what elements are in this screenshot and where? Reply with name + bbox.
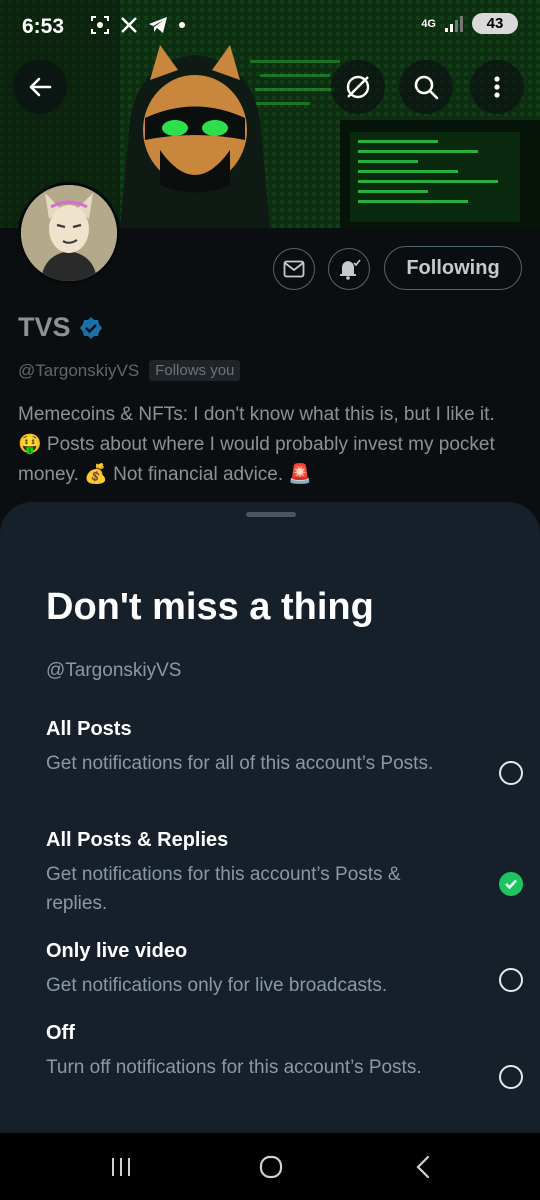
back-nav-button[interactable] (404, 1151, 444, 1183)
more-vertical-icon (494, 76, 500, 98)
grok-button[interactable] (331, 60, 385, 114)
notifications-button[interactable] (328, 248, 370, 290)
status-bar: 6:53 4G 43 (0, 0, 540, 54)
avatar-image (21, 185, 117, 281)
screenshot-icon (91, 16, 109, 34)
profile-bio: Memecoins & NFTs: I don't know what this… (18, 404, 495, 485)
sheet-handle: @TargonskiyVS (46, 660, 182, 681)
option-title: All Posts & Replies (46, 829, 229, 851)
system-navigation-bar (0, 1133, 540, 1200)
search-button[interactable] (399, 60, 453, 114)
radio-only-live-video[interactable] (499, 968, 523, 992)
checkmark-icon (505, 879, 517, 890)
telegram-icon (149, 17, 167, 33)
option-all-posts-replies[interactable]: All Posts & Replies Get notifications fo… (46, 829, 523, 918)
option-title: All Posts (46, 718, 132, 740)
option-description: Get notifications for this account’s Pos… (46, 864, 401, 914)
notification-settings-sheet: Don't miss a thing @TargonskiyVS All Pos… (0, 502, 540, 1134)
dot-icon (179, 22, 185, 28)
display-name: TVS (18, 312, 71, 342)
home-icon (259, 1155, 283, 1179)
chevron-left-icon (416, 1155, 430, 1179)
option-title: Only live video (46, 940, 188, 962)
message-button[interactable] (273, 248, 315, 290)
radio-all-posts[interactable] (499, 761, 523, 785)
x-icon (121, 17, 137, 33)
recent-apps-button[interactable] (101, 1151, 141, 1183)
search-icon (414, 75, 439, 100)
option-all-posts[interactable]: All Posts Get notifications for all of t… (46, 718, 523, 785)
option-description: Turn off notifications for this account’… (46, 1057, 422, 1078)
signal-icon (445, 15, 463, 32)
back-button[interactable] (13, 60, 67, 114)
mail-icon (283, 260, 305, 278)
option-off[interactable]: Off Turn off notifications for this acco… (46, 1022, 523, 1089)
option-description: Get notifications for all of this accoun… (46, 753, 434, 774)
recent-apps-icon (112, 1158, 130, 1176)
network-label: 4G (421, 17, 436, 30)
radio-all-posts-replies[interactable] (499, 872, 523, 896)
bell-check-icon (340, 259, 361, 280)
follows-you-badge: Follows you (149, 360, 241, 381)
more-options-button[interactable] (470, 60, 524, 114)
sheet-title: Don't miss a thing (46, 586, 374, 628)
profile-handle: @TargonskiyVS (18, 360, 140, 380)
status-time: 6:53 (22, 15, 65, 38)
option-description: Get notifications only for live broadcas… (46, 975, 388, 996)
following-button[interactable]: Following (384, 246, 522, 290)
arrow-left-icon (29, 77, 52, 97)
radio-off[interactable] (499, 1065, 523, 1089)
battery-indicator: 43 (472, 13, 518, 34)
grok-icon (346, 75, 370, 99)
verified-badge-icon (79, 316, 102, 339)
option-only-live-video[interactable]: Only live video Get notifications only f… (46, 940, 523, 1000)
home-button[interactable] (251, 1151, 291, 1183)
avatar[interactable] (18, 182, 120, 284)
sheet-drag-handle[interactable] (246, 512, 296, 517)
option-title: Off (46, 1022, 75, 1044)
